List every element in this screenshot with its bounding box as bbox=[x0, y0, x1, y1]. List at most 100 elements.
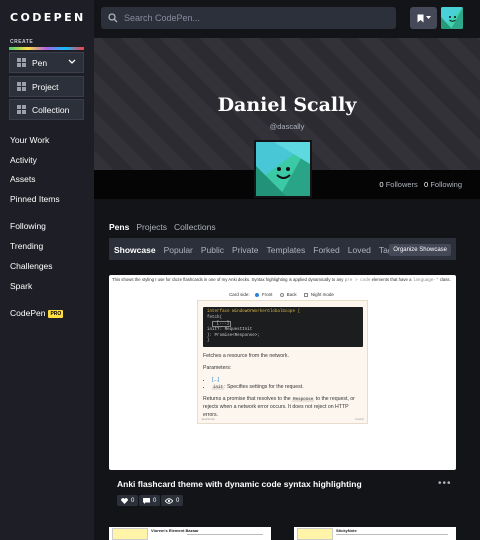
codepen-app: CODEPEN CREATE Pen Project Collection Yo… bbox=[0, 0, 480, 540]
anki-params-label: Parameters: bbox=[203, 364, 232, 371]
sidebar-item-activity[interactable]: Activity bbox=[10, 155, 37, 165]
bookmark-icon bbox=[417, 14, 423, 22]
notifications-button[interactable] bbox=[410, 7, 437, 29]
followers-link[interactable]: 0 Followers bbox=[379, 180, 417, 189]
organize-showcase-button[interactable]: Organize Showcase bbox=[389, 244, 451, 256]
search-box[interactable] bbox=[101, 7, 396, 29]
like-count: 0 bbox=[131, 497, 135, 504]
tab-forked[interactable]: Forked bbox=[313, 245, 339, 255]
tab-private[interactable]: Private bbox=[232, 245, 258, 255]
tab-projects[interactable]: Projects bbox=[136, 222, 167, 232]
anki-bullet-1: [...] bbox=[212, 376, 220, 383]
tab-loved[interactable]: Loved bbox=[348, 245, 371, 255]
thumb-title-1: Vlorem's Element Bazaar bbox=[151, 528, 199, 533]
tab-showcase[interactable]: Showcase bbox=[114, 245, 156, 255]
codepen-logo[interactable]: CODEPEN bbox=[10, 11, 86, 24]
followers-label: Followers bbox=[385, 180, 418, 189]
anki-footer-right: fetch() bbox=[355, 417, 364, 421]
anki-returns-code: Response bbox=[292, 398, 315, 403]
pen-preview-3[interactable]: StickyNote bbox=[294, 527, 456, 540]
pen-preview[interactable]: This shows the styling I use for cloze f… bbox=[109, 275, 456, 470]
like-button[interactable]: 0 bbox=[117, 495, 139, 506]
comment-button[interactable]: 0 bbox=[139, 495, 161, 506]
option-back-label: Back bbox=[286, 292, 297, 297]
sidebar-item-challenges[interactable]: Challenges bbox=[10, 261, 53, 271]
top-bar bbox=[94, 0, 480, 38]
view-count: 0 bbox=[176, 497, 180, 504]
search-icon bbox=[108, 13, 118, 23]
anki-footer: JavaScript fetch() bbox=[201, 417, 364, 421]
thumb-line bbox=[336, 534, 448, 535]
user-avatar-button[interactable] bbox=[441, 7, 463, 29]
sidebar-item-your-work[interactable]: Your Work bbox=[10, 135, 49, 145]
tab-popular[interactable]: Popular bbox=[164, 245, 193, 255]
sidebar-item-following[interactable]: Following bbox=[10, 221, 46, 231]
option-front[interactable]: Front bbox=[254, 292, 275, 297]
option-night-mode[interactable]: Night mode bbox=[303, 292, 336, 297]
card-side-label: Card side: bbox=[229, 292, 250, 297]
create-pen-button[interactable]: Pen bbox=[9, 52, 84, 73]
create-pen-label: Pen bbox=[32, 57, 48, 68]
desc-text-c: class. bbox=[439, 277, 451, 282]
sidebar-item-codepen-pro[interactable]: CodePen PRO bbox=[10, 308, 64, 318]
codepen-pro-label: CodePen bbox=[10, 308, 46, 318]
anki-bullet-2-text: : Specifies settings for the request. bbox=[224, 384, 304, 391]
primary-tabs: Pens Projects Collections bbox=[109, 222, 216, 232]
sticky-note-image bbox=[297, 528, 333, 540]
following-link[interactable]: 0 Following bbox=[424, 180, 462, 189]
create-gradient-bar bbox=[9, 47, 84, 50]
profile-avatar-image bbox=[256, 142, 310, 196]
desc-code-a: pre > code bbox=[344, 278, 371, 283]
tab-templates[interactable]: Templates bbox=[267, 245, 306, 255]
code-line: [...] bbox=[212, 320, 232, 327]
thumb-line bbox=[187, 534, 263, 535]
sidebar-item-assets[interactable]: Assets bbox=[10, 174, 36, 184]
radio-icon bbox=[279, 292, 284, 297]
create-project-button[interactable]: Project bbox=[9, 76, 84, 97]
anki-text: Fetches a resource from the network. Par… bbox=[203, 353, 363, 424]
secondary-tabs: Showcase Popular Public Private Template… bbox=[109, 238, 456, 263]
following-label: Following bbox=[430, 180, 462, 189]
code-line: } bbox=[207, 339, 210, 344]
more-options-icon[interactable]: ••• bbox=[438, 478, 452, 489]
pen-title[interactable]: Anki flashcard theme with dynamic code s… bbox=[117, 479, 362, 489]
code-block: interface WindowOrWorkerGlobalScope { fe… bbox=[203, 307, 363, 347]
follow-stats: 0 Followers 0 Following bbox=[379, 180, 462, 189]
tab-collections[interactable]: Collections bbox=[174, 222, 216, 232]
views-button[interactable]: 0 bbox=[161, 495, 184, 506]
checkbox-icon bbox=[303, 292, 308, 297]
profile-handle: @dascally bbox=[269, 122, 305, 131]
sidebar-item-trending[interactable]: Trending bbox=[10, 241, 43, 251]
anki-footer-left: JavaScript bbox=[201, 417, 216, 421]
tab-pens[interactable]: Pens bbox=[109, 222, 129, 232]
anki-line-1: Fetches a resource from the network. bbox=[203, 353, 289, 359]
sidebar-item-spark[interactable]: Spark bbox=[10, 281, 32, 291]
collection-icon bbox=[17, 105, 26, 114]
create-collection-label: Collection bbox=[32, 104, 70, 115]
comment-count: 0 bbox=[153, 497, 157, 504]
sticky-note-image bbox=[112, 528, 148, 540]
profile-name: Daniel Scally bbox=[217, 94, 357, 116]
chevron-down-icon[interactable] bbox=[68, 58, 76, 67]
anki-flashcard: interface WindowOrWorkerGlobalScope { fe… bbox=[197, 300, 368, 424]
radio-checked-icon bbox=[254, 292, 259, 297]
sidebar-item-pinned-items[interactable]: Pinned Items bbox=[10, 194, 60, 204]
code-line: ): Promise<Response>; bbox=[207, 333, 260, 338]
pen-preview-2[interactable]: Vlorem's Element Bazaar bbox=[109, 527, 271, 540]
heart-icon bbox=[121, 497, 128, 504]
avatar-image bbox=[441, 7, 463, 29]
create-collection-button[interactable]: Collection bbox=[9, 99, 84, 120]
code-line: interface WindowOrWorkerGlobalScope { bbox=[207, 310, 300, 314]
desc-text-a: This shows the styling I use for cloze f… bbox=[112, 277, 344, 282]
anki-bullet-2-code: init bbox=[212, 386, 225, 391]
option-back[interactable]: Back bbox=[279, 292, 299, 297]
option-front-label: Front bbox=[261, 292, 273, 297]
sidebar: CODEPEN CREATE Pen Project Collection Yo… bbox=[0, 0, 94, 540]
comment-icon bbox=[143, 497, 150, 504]
eye-icon bbox=[165, 497, 173, 504]
search-input[interactable] bbox=[124, 13, 384, 23]
thumb-title-2: StickyNote bbox=[336, 528, 357, 533]
anki-returns-a: Returns a promise that resolves to the bbox=[203, 396, 291, 403]
tab-public[interactable]: Public bbox=[201, 245, 224, 255]
create-project-label: Project bbox=[32, 81, 59, 92]
